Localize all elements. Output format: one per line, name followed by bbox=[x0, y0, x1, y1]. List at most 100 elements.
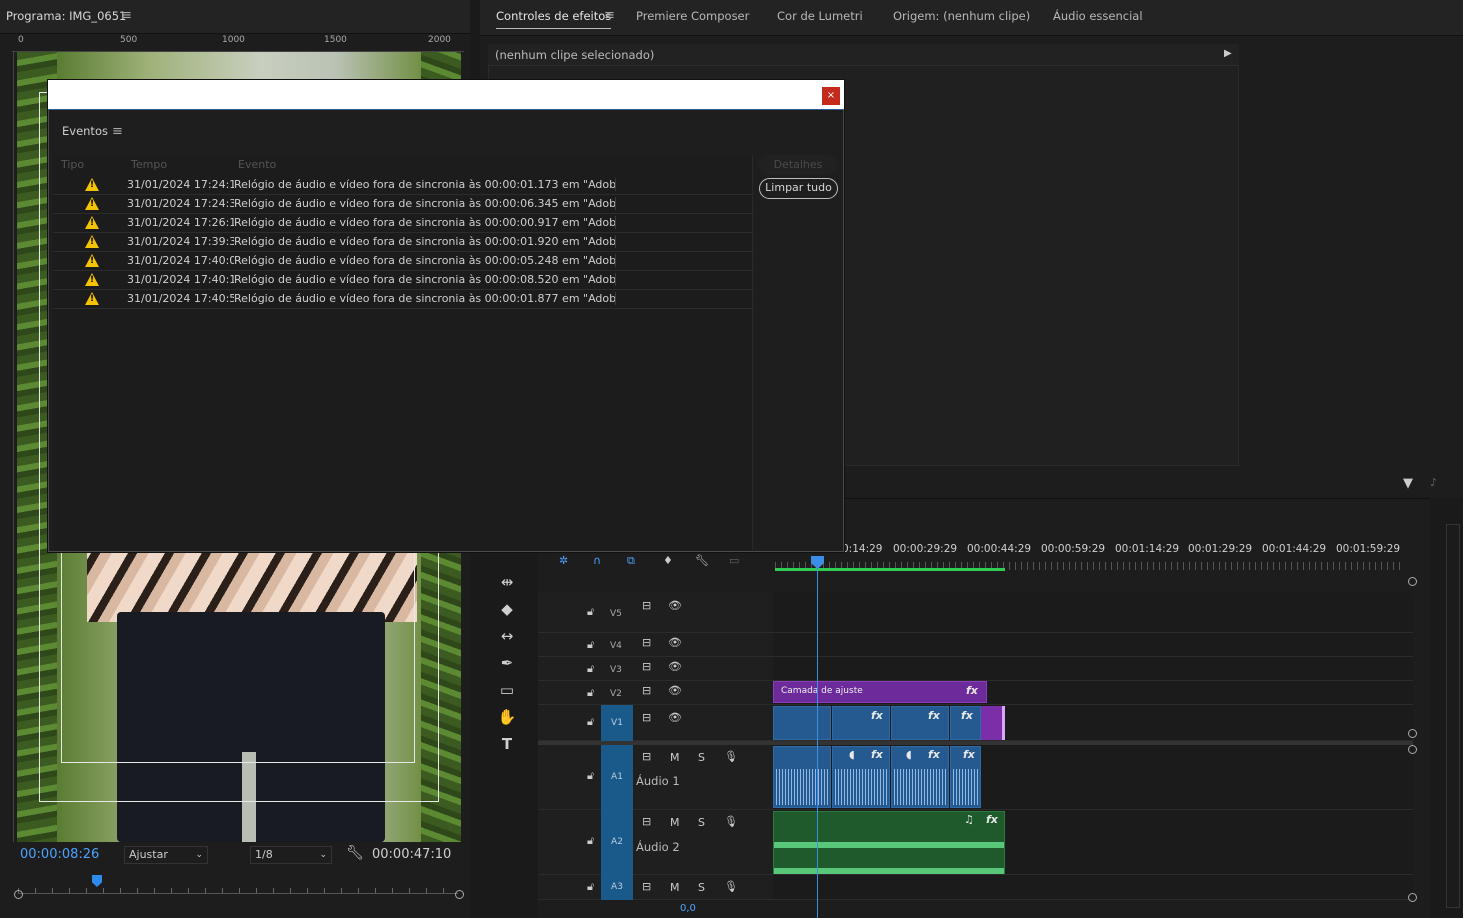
video-clip[interactable]: fx bbox=[832, 706, 890, 740]
fx-badge-icon[interactable]: fx bbox=[928, 709, 940, 722]
audio-clip[interactable]: fx bbox=[950, 746, 981, 808]
razor-tool-icon[interactable]: ◆ bbox=[494, 597, 520, 621]
eye-icon[interactable]: 👁︎ bbox=[668, 660, 682, 673]
track-header-v5[interactable]: 🔓︎ V5 ⊟ 👁︎ bbox=[538, 593, 773, 633]
fx-badge-icon[interactable]: fx bbox=[928, 748, 940, 761]
effects-menu-icon[interactable]: ≡ bbox=[604, 8, 615, 23]
speaker-icon[interactable]: ◖ bbox=[849, 748, 855, 761]
track-header-v1[interactable]: 🔓︎ V1 ⊟ 👁︎ bbox=[538, 705, 773, 741]
fx-badge-icon[interactable]: fx bbox=[963, 748, 975, 761]
audio-clip[interactable]: ◖ fx bbox=[891, 746, 949, 808]
program-menu-icon[interactable]: ≡ bbox=[121, 8, 132, 23]
eye-icon[interactable]: 👁︎ bbox=[668, 599, 682, 612]
audio-clip[interactable]: ◖ fx bbox=[832, 746, 890, 808]
tab-lumetri-color[interactable]: Cor de Lumetri bbox=[777, 9, 863, 23]
eye-icon[interactable]: 👁︎ bbox=[668, 711, 682, 724]
wrench-settings-icon[interactable]: 🔧︎ bbox=[695, 554, 709, 567]
lock-icon[interactable]: 🔓︎ bbox=[587, 715, 594, 729]
marker-icon[interactable]: ♦ bbox=[663, 554, 673, 567]
program-monitor-title[interactable]: Programa: IMG_0651 bbox=[6, 9, 126, 23]
track-header-v3[interactable]: 🔓︎ V3 ⊟ 👁︎ bbox=[538, 657, 773, 681]
video-clip[interactable]: fx bbox=[950, 706, 981, 740]
lock-icon[interactable]: 🔓︎ bbox=[587, 638, 594, 652]
sync-lock-icon[interactable]: ⊟ bbox=[642, 711, 651, 724]
track-lane-v5[interactable] bbox=[773, 593, 1413, 633]
sync-lock-icon[interactable]: ⊟ bbox=[642, 684, 651, 697]
snap-magnet-icon[interactable]: ∩ bbox=[593, 554, 601, 567]
lock-icon[interactable]: 🔓︎ bbox=[587, 769, 594, 783]
close-button[interactable]: × bbox=[822, 87, 840, 105]
track-lane-v3[interactable] bbox=[773, 657, 1413, 681]
slip-tool-icon[interactable]: ↔ bbox=[494, 624, 520, 648]
clear-all-button[interactable]: Limpar tudo bbox=[759, 178, 838, 199]
mute-button[interactable]: M bbox=[670, 751, 680, 764]
event-row[interactable]: ! 31/01/2024 17:24:16 Relógio de áudio e… bbox=[53, 176, 753, 195]
music-note-icon[interactable]: ♫ bbox=[964, 813, 974, 826]
track-name-a1[interactable]: Áudio 1 bbox=[636, 774, 680, 788]
fit-select[interactable]: Ajustar ⌄ bbox=[124, 846, 208, 864]
track-target-v1[interactable]: V1 bbox=[601, 705, 633, 741]
hand-tool-icon[interactable]: ✋ bbox=[494, 705, 520, 729]
track-lane-a3[interactable] bbox=[773, 875, 1413, 900]
lock-icon[interactable]: 🔓︎ bbox=[587, 605, 594, 619]
tab-premiere-composer[interactable]: Premiere Composer bbox=[636, 9, 749, 23]
fx-badge-icon[interactable]: fx bbox=[966, 684, 978, 697]
work-area-bar[interactable] bbox=[775, 568, 1005, 571]
event-row[interactable]: ! 31/01/2024 17:40:55 Relógio de áudio e… bbox=[53, 290, 753, 309]
track-header-a3[interactable]: 🔓︎ A3 ⊟ M S 🎙︎ bbox=[538, 875, 773, 900]
sync-lock-icon[interactable]: ⊟ bbox=[642, 660, 651, 673]
wrench-icon[interactable]: 🔧︎ bbox=[346, 845, 364, 861]
nest-icon[interactable]: ✲ bbox=[559, 554, 568, 567]
track-target-a2[interactable]: A2 bbox=[601, 810, 633, 875]
sync-lock-icon[interactable]: ⊟ bbox=[642, 880, 651, 893]
audio-icon[interactable]: ♪ bbox=[1430, 476, 1437, 489]
play-triangle-icon[interactable]: ▶ bbox=[1224, 48, 1232, 59]
column-header-event[interactable]: Evento bbox=[238, 158, 276, 171]
tab-source[interactable]: Origem: (nenhum clipe) bbox=[893, 9, 1030, 23]
filter-icon[interactable]: ▼ bbox=[1403, 476, 1413, 491]
sync-lock-icon[interactable]: ⊟ bbox=[642, 636, 651, 649]
track-header-a1[interactable]: 🔓︎ A1 ⊟ M S 🎙︎ Áudio 1 bbox=[538, 745, 773, 810]
sync-lock-icon[interactable]: ⊟ bbox=[642, 599, 651, 612]
solo-button[interactable]: S bbox=[698, 751, 705, 764]
column-header-time[interactable]: Tempo bbox=[131, 158, 167, 171]
tab-essential-audio[interactable]: Áudio essencial bbox=[1053, 9, 1143, 23]
linked-selection-icon[interactable]: ⧉ bbox=[627, 554, 635, 568]
mute-button[interactable]: M bbox=[670, 881, 680, 894]
solo-button[interactable]: S bbox=[698, 816, 705, 829]
microphone-icon[interactable]: 🎙︎ bbox=[724, 815, 738, 828]
playhead-line[interactable] bbox=[817, 560, 818, 918]
zoom-handle-right[interactable] bbox=[455, 890, 464, 899]
event-row[interactable]: ! 31/01/2024 17:39:30 Relógio de áudio e… bbox=[53, 233, 753, 252]
track-header-a2[interactable]: 🔓︎ A2 ⊟ M S 🎙︎ Áudio 2 bbox=[538, 810, 773, 875]
tab-effect-controls[interactable]: Controles de efeitos bbox=[496, 9, 612, 29]
mute-button[interactable]: M bbox=[670, 816, 680, 829]
rectangle-tool-icon[interactable]: ▭ bbox=[494, 678, 520, 702]
event-row[interactable]: ! 31/01/2024 17:24:32 Relógio de áudio e… bbox=[53, 195, 753, 214]
eye-icon[interactable]: 👁︎ bbox=[668, 636, 682, 649]
scroll-handle-top[interactable] bbox=[1408, 577, 1417, 586]
event-row[interactable]: ! 31/01/2024 17:26:16 Relógio de áudio e… bbox=[53, 214, 753, 233]
audio-clip[interactable] bbox=[773, 746, 831, 808]
eye-icon[interactable]: 👁︎ bbox=[668, 684, 682, 697]
music-clip[interactable]: ♫ fx bbox=[773, 811, 1005, 874]
microphone-icon[interactable]: 🎙︎ bbox=[724, 750, 738, 763]
adjustment-layer-clip[interactable]: Camada de ajuste fx bbox=[773, 681, 987, 703]
pen-tool-icon[interactable]: ✒ bbox=[494, 651, 520, 675]
track-name-a2[interactable]: Áudio 2 bbox=[636, 840, 680, 854]
details-button[interactable]: Detalhes bbox=[759, 155, 837, 175]
microphone-icon[interactable]: 🎙︎ bbox=[724, 880, 738, 893]
master-volume-value[interactable]: 0,0 bbox=[680, 903, 696, 914]
track-target-a3[interactable]: A3 bbox=[601, 875, 633, 900]
captions-icon[interactable]: ▭ bbox=[729, 554, 739, 567]
adjustment-tail-clip[interactable] bbox=[981, 706, 1005, 740]
lock-icon[interactable]: 🔓︎ bbox=[587, 880, 594, 894]
dialog-titlebar[interactable] bbox=[48, 80, 844, 110]
fx-badge-icon[interactable]: fx bbox=[871, 748, 883, 761]
video-clip[interactable] bbox=[773, 706, 831, 740]
scroll-handle-audio[interactable] bbox=[1408, 745, 1417, 754]
playhead-timecode[interactable]: 00:00:08:26 bbox=[20, 847, 99, 862]
solo-button[interactable]: S bbox=[698, 881, 705, 894]
sync-lock-icon[interactable]: ⊟ bbox=[642, 815, 651, 828]
lock-icon[interactable]: 🔓︎ bbox=[587, 686, 594, 700]
